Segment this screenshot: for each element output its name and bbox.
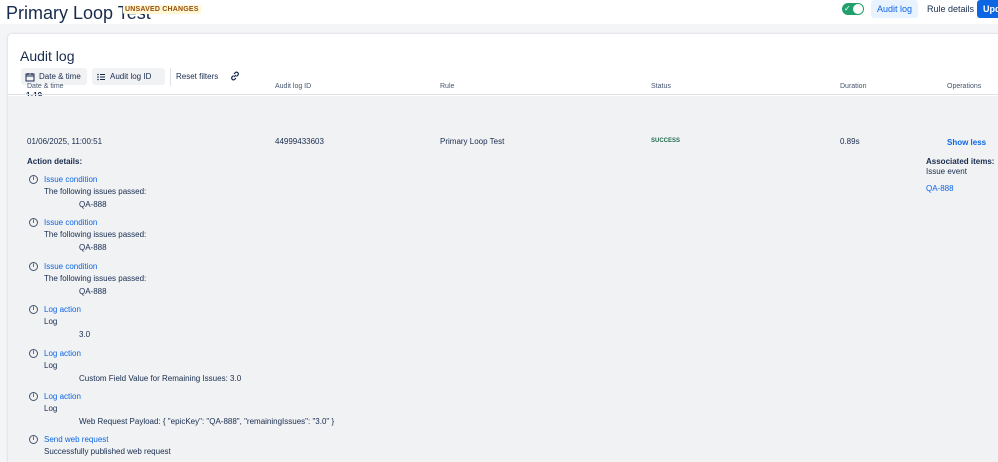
associated-item-type: Issue event (926, 167, 967, 176)
top-bar: Primary Loop Test UNSAVED CHANGES ✓ Audi… (0, 0, 998, 24)
action-value: 3.0 (79, 330, 91, 339)
action-value: Web Request Payload: { "epicKey": "QA-88… (79, 417, 335, 426)
action-title[interactable]: Log action (44, 392, 81, 401)
rule-details-button[interactable]: Rule details (922, 0, 979, 18)
action-value: QA-888 (79, 287, 107, 296)
associated-items-label: Associated items: (926, 157, 995, 166)
action-title[interactable]: Send web request (44, 435, 109, 444)
action-title[interactable]: Log action (44, 305, 81, 314)
info-icon: i (29, 349, 38, 358)
action-title[interactable]: Issue condition (44, 218, 97, 227)
action-value: Custom Field Value for Remaining Issues:… (79, 374, 242, 383)
action-title[interactable]: Log action (44, 349, 81, 358)
action-description: Log (44, 317, 58, 326)
panel-title: Audit log (20, 48, 75, 64)
info-icon: i (29, 435, 38, 444)
column-header-date-time: Date & time (27, 83, 64, 90)
action-title[interactable]: Issue condition (44, 262, 97, 271)
action-description: Log (44, 404, 58, 413)
action-title[interactable]: Issue condition (44, 175, 97, 184)
column-header-duration: Duration (840, 83, 867, 90)
info-icon: i (29, 218, 38, 227)
action-description: The following issues passed: (44, 230, 147, 239)
update-button[interactable]: Update (977, 0, 998, 18)
associated-issue-link[interactable]: QA-888 (926, 184, 998, 193)
rule-enabled-toggle[interactable]: ✓ (842, 3, 864, 15)
action-value: QA-888 (79, 243, 107, 252)
audit-log-button[interactable]: Audit log (871, 0, 919, 18)
action-description: The following issues passed: (44, 187, 147, 196)
check-icon: ✓ (844, 4, 851, 13)
action-description: Successfully published web request (44, 447, 171, 456)
associated-items: Associated items: Issue event QA-888 (926, 157, 998, 193)
column-header-status: Status (651, 83, 671, 90)
info-icon: i (29, 262, 38, 271)
info-icon: i (29, 175, 38, 184)
column-header-audit-log-id: Audit log ID (275, 83, 312, 90)
table-header: Date & time Audit log ID Rule Status Dur… (8, 80, 998, 95)
action-details-label: Action details: (27, 157, 83, 166)
action-value: QA-888 (79, 200, 107, 209)
column-header-operations: Operations (947, 83, 982, 90)
unsaved-changes-badge: UNSAVED CHANGES (123, 5, 201, 14)
action-description: Log (44, 361, 58, 370)
toggle-knob (853, 4, 863, 14)
column-header-rule: Rule (440, 83, 455, 90)
info-icon: i (29, 392, 38, 401)
info-icon: i (29, 305, 38, 314)
action-details-section: Action details: Associated items: Issue … (8, 96, 998, 462)
action-description: The following issues passed: (44, 274, 147, 283)
